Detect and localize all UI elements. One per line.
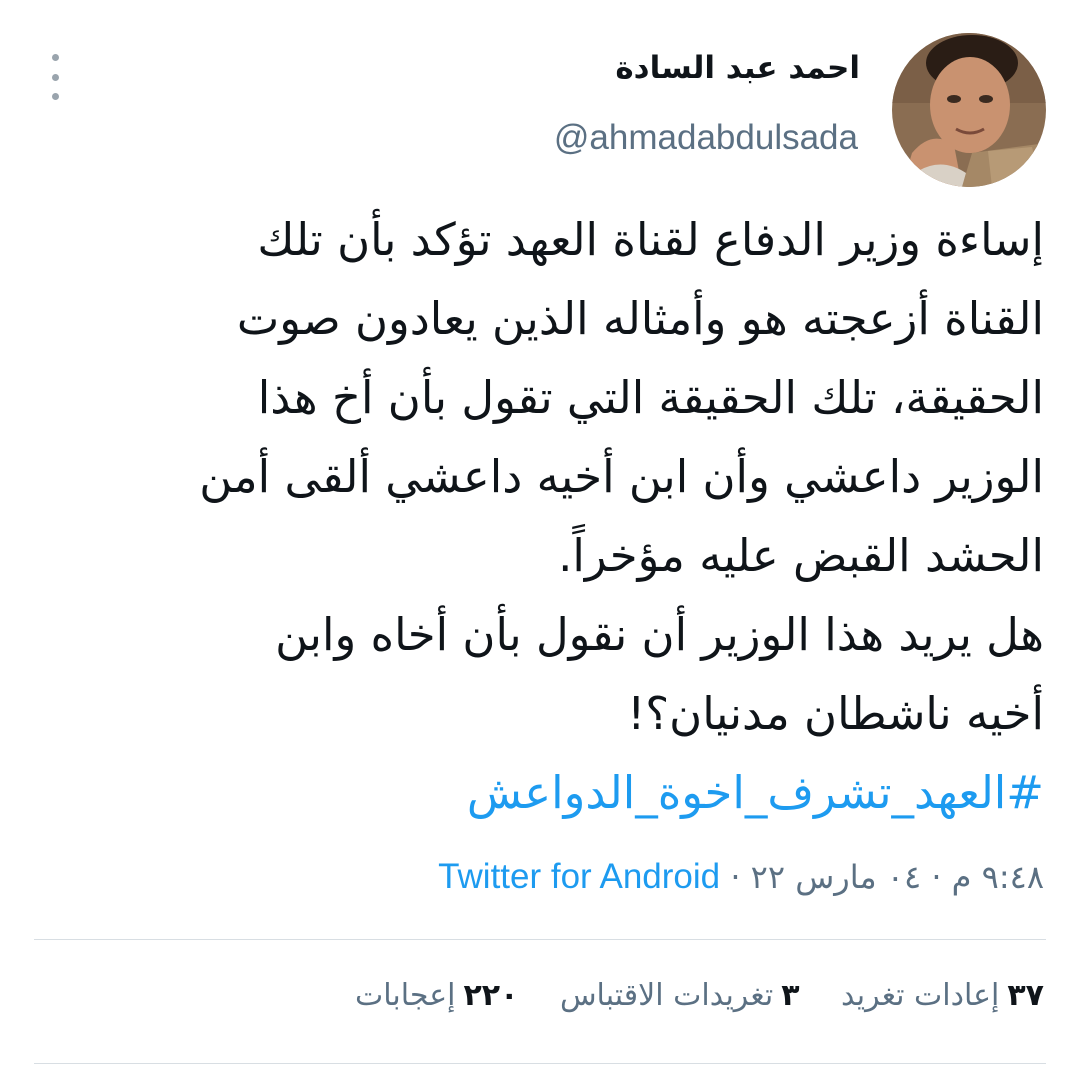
tweet-text-line: الحقيقة، تلك الحقيقة التي تقول بأن أخ هذ… — [257, 371, 1044, 424]
tweet-text-line: القناة أزعجته هو وأمثاله الذين يعادون صو… — [236, 292, 1044, 345]
profile-photo-icon — [892, 33, 1046, 187]
author-handle[interactable]: @ahmadabdulsada — [554, 118, 858, 158]
quotes-count: ٣ — [781, 978, 800, 1013]
tweet-text-line: الوزير داعشي وأن ابن أخيه داعشي ألقى أمن — [199, 450, 1044, 503]
retweets-stat[interactable]: ٣٧إعادات تغريد — [841, 978, 1044, 1013]
likes-stat[interactable]: ٢٢٠إعجابات — [355, 978, 518, 1013]
divider — [34, 1063, 1046, 1064]
tweet-time[interactable]: ٩:٤٨ م — [952, 858, 1044, 896]
retweets-label: إعادات تغريد — [841, 978, 1000, 1013]
more-dot-icon — [51, 73, 59, 81]
more-dot-icon — [51, 93, 59, 100]
tweet-text-line: هل يريد هذا الوزير أن نقول بأن أخاه وابن — [275, 608, 1044, 661]
tweet-source-link[interactable]: Twitter for Android — [438, 857, 720, 896]
tweet-stats: ٣٧إعادات تغريد ٣تغريدات الاقتباس ٢٢٠إعجا… — [323, 978, 1044, 1013]
likes-count: ٢٢٠ — [463, 978, 519, 1013]
hashtag-link[interactable]: #العهد_تشرف_اخوة_الدواعش — [44, 753, 1044, 832]
tweet-date[interactable]: ٠٤ مارس ٢٢ — [751, 858, 922, 896]
tweet-card: احمد عبد السادة @ahmadabdulsada إساءة وز… — [0, 0, 1080, 1081]
more-options-button[interactable] — [40, 54, 70, 100]
more-dot-icon — [51, 54, 59, 61]
meta-separator: · — [730, 858, 741, 896]
retweets-count: ٣٧ — [1007, 978, 1044, 1013]
author-display-name[interactable]: احمد عبد السادة — [615, 50, 860, 86]
quotes-stat[interactable]: ٣تغريدات الاقتباس — [560, 978, 800, 1013]
meta-separator: · — [931, 858, 942, 896]
tweet-text-line: الحشد القبض عليه مؤخراً. — [558, 529, 1044, 582]
tweet-text-line: إساءة وزير الدفاع لقناة العهد تؤكد بأن ت… — [257, 213, 1044, 266]
quotes-label: تغريدات الاقتباس — [559, 978, 774, 1013]
likes-label: إعجابات — [354, 978, 456, 1013]
tweet-text: إساءة وزير الدفاع لقناة العهد تؤكد بأن ت… — [44, 200, 1044, 832]
divider — [34, 939, 1046, 940]
tweet-meta: ٩:٤٨ م · ٠٤ مارس ٢٢ · Twitter for Androi… — [438, 857, 1044, 897]
avatar[interactable] — [892, 33, 1046, 187]
tweet-text-line: أخيه ناشطان مدنيان؟! — [627, 687, 1044, 740]
